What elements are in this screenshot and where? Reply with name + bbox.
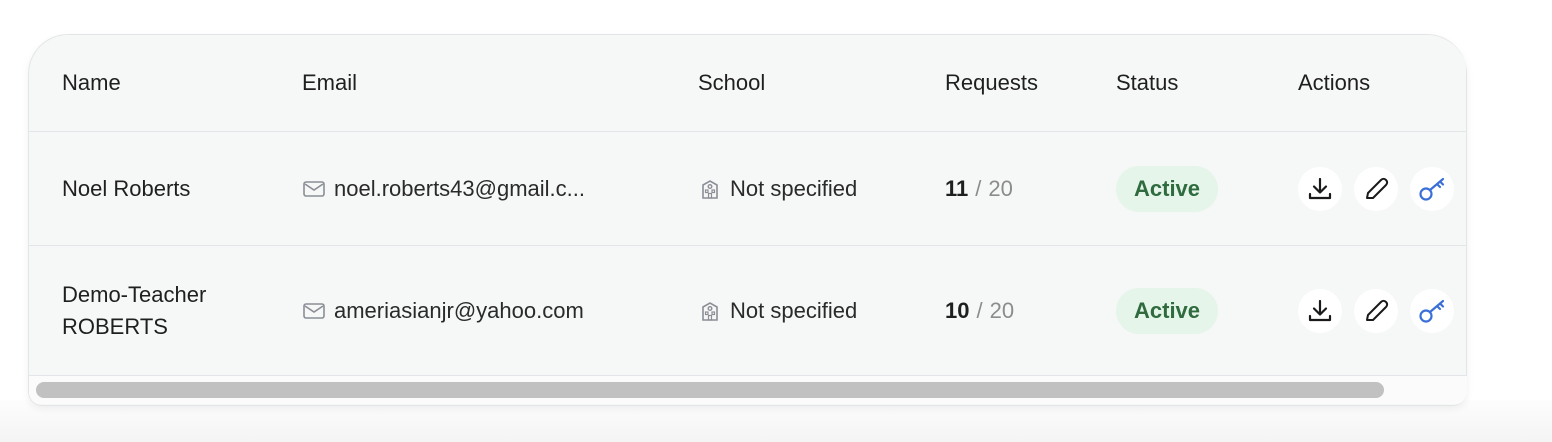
school-building-icon [698, 177, 722, 201]
header-status[interactable]: Status [1116, 35, 1286, 131]
page-bottom-background [0, 400, 1552, 442]
user-name-cell: Demo-Teacher ROBERTS [62, 246, 292, 375]
edit-button[interactable] [1354, 166, 1398, 211]
download-button[interactable] [1298, 288, 1342, 333]
user-name-cell: Noel Roberts [62, 132, 292, 245]
mail-icon [302, 301, 326, 321]
header-email[interactable]: Email [302, 35, 692, 131]
scrollbar-thumb[interactable] [36, 382, 1384, 398]
pencil-icon [1366, 177, 1389, 199]
requests-used: 11 [945, 175, 969, 201]
mail-icon [302, 179, 326, 199]
status-cell: Active [1116, 132, 1286, 245]
user-name-line2: ROBERTS [62, 313, 168, 339]
header-school[interactable]: School [698, 35, 928, 131]
table-row: Noel Roberts noel.roberts43@gmail.c... N… [29, 132, 1467, 246]
reset-key-button[interactable] [1410, 288, 1454, 333]
email-value[interactable]: ameriasianjr@yahoo.com [334, 298, 584, 324]
key-icon [1419, 177, 1445, 201]
table-row: Demo-Teacher ROBERTS ameriasianjr@yahoo.… [29, 246, 1467, 376]
requests-total: 20 [989, 297, 1015, 323]
status-cell: Active [1116, 246, 1286, 375]
edit-button[interactable] [1354, 288, 1398, 333]
status-badge: Active [1116, 287, 1219, 334]
school-cell: Not specified [698, 132, 928, 245]
download-icon [1308, 177, 1332, 199]
header-actions: Actions [1298, 70, 1371, 95]
download-icon [1308, 299, 1332, 321]
reset-key-button[interactable] [1410, 166, 1454, 211]
email-value[interactable]: noel.roberts43@gmail.c... [334, 176, 585, 202]
key-icon [1419, 299, 1445, 323]
school-value: Not specified [730, 297, 858, 323]
actions-cell [1298, 246, 1467, 375]
status-badge: Active [1116, 165, 1219, 212]
horizontal-scrollbar[interactable] [29, 376, 1467, 404]
requests-separator: / [975, 175, 982, 201]
requests-used: 10 [945, 297, 970, 323]
school-value: Not specified [730, 175, 858, 201]
actions-cell [1298, 132, 1467, 245]
school-cell: Not specified [698, 246, 928, 375]
header-name[interactable]: Name [62, 35, 292, 131]
table-header-row: Name Email School Requests Status Action… [29, 35, 1467, 132]
user-name-line1: Noel Roberts [62, 175, 191, 201]
requests-cell: 10 / 20 [945, 246, 1105, 375]
requests-cell: 11 / 20 [945, 132, 1105, 245]
pencil-icon [1366, 299, 1389, 321]
requests-separator: / [976, 297, 983, 323]
school-building-icon [698, 299, 722, 323]
requests-total: 20 [988, 175, 1013, 201]
user-name-line1: Demo-Teacher [62, 281, 207, 307]
download-button[interactable] [1298, 166, 1342, 211]
users-table: Name Email School Requests Status Action… [28, 34, 1467, 406]
email-cell: noel.roberts43@gmail.c... [302, 132, 692, 245]
email-cell: ameriasianjr@yahoo.com [302, 246, 692, 375]
header-requests[interactable]: Requests [945, 35, 1105, 131]
